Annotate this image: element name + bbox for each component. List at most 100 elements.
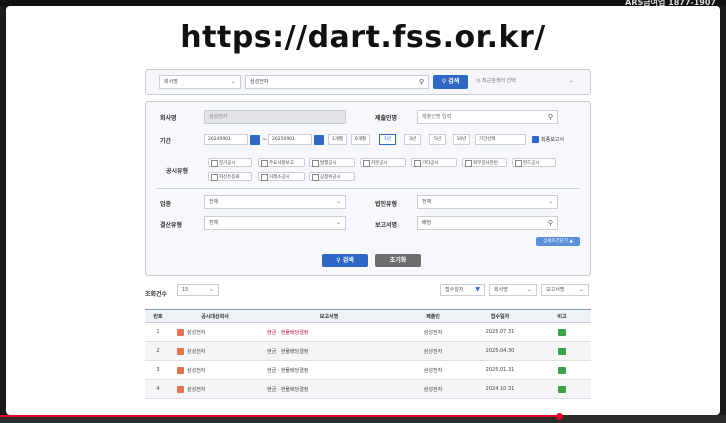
disclosure-type-other[interactable]: 기타공시: [411, 158, 457, 167]
video-progress-handle[interactable]: [556, 413, 563, 420]
row-company-link[interactable]: 삼성전자: [187, 387, 205, 393]
company-badge-icon: [177, 328, 184, 336]
disclosure-type-audit[interactable]: 외부감사관련: [462, 158, 507, 167]
recent-search-select[interactable]: ◷ 최근검색어 선택 ⌄: [472, 75, 578, 89]
sort-company-value: 회사명: [494, 287, 508, 293]
reset-button[interactable]: 초기화: [375, 254, 421, 267]
corp-type-label: 법인유형: [375, 201, 398, 208]
final-report-checkbox[interactable]: [532, 136, 539, 143]
submitter-input[interactable]: 제출인명 입력 ⚲: [417, 110, 558, 124]
note-icon[interactable]: [558, 366, 566, 374]
row-company-cell: 삼성전자: [171, 379, 259, 399]
note-icon[interactable]: [558, 328, 566, 336]
report-name-label: 보고서명: [375, 222, 398, 229]
row-date: 2024.10.31: [467, 379, 533, 399]
period-5y-button[interactable]: 5년: [429, 134, 446, 145]
row-number: 4: [145, 379, 171, 399]
table-row: 4 삼성전자 현금ㆍ현물배당결정 삼성전자 2024.10.31: [145, 379, 591, 399]
table-row: 2 삼성전자 현금ㆍ현물배당결정 삼성전자 2025.04.30: [145, 341, 591, 361]
search-type-select[interactable]: 회사명 ⌄: [159, 75, 241, 89]
submitter-placeholder: 제출인명 입력: [422, 114, 452, 120]
company-field[interactable]: 삼성전자: [204, 110, 346, 124]
row-submitter: 삼성전자: [399, 360, 467, 380]
search-icon[interactable]: ⚲: [548, 111, 553, 123]
row-report-link[interactable]: 현금ㆍ현물배당결정: [267, 349, 308, 355]
period-1m-button[interactable]: 1개월: [328, 134, 347, 145]
period-select[interactable]: 기간선택: [475, 134, 526, 145]
col-report: 보고서명: [259, 309, 399, 323]
settlement-select[interactable]: 전체 ⌄: [204, 216, 346, 230]
row-report-link[interactable]: 현금ㆍ현물배당결정: [267, 387, 308, 393]
form-search-button[interactable]: ⚲ 검색: [322, 254, 368, 267]
chevron-down-icon: ⌄: [335, 198, 341, 205]
chevron-down-icon: ⌄: [547, 198, 553, 205]
row-number: 2: [145, 341, 171, 361]
period-6m-button[interactable]: 6개월: [351, 134, 370, 145]
calendar-icon[interactable]: [314, 135, 324, 145]
row-report-cell: 현금ㆍ현물배당결정: [259, 322, 399, 342]
result-count-label: 조회건수: [145, 291, 168, 298]
search-icon[interactable]: ⚲: [548, 217, 553, 229]
corp-type-value: 전체: [422, 199, 432, 205]
chevron-down-icon: ⌄: [568, 77, 574, 84]
row-number: 1: [145, 322, 171, 342]
corp-type-select[interactable]: 전체 ⌄: [417, 195, 558, 209]
date-to-value: 20250901: [272, 137, 295, 142]
result-count-value: 15: [182, 287, 189, 293]
sort-report-select[interactable]: 보고서명 ⌄: [541, 284, 589, 296]
row-submitter: 삼성전자: [399, 341, 467, 361]
note-icon[interactable]: [558, 385, 566, 393]
disclosure-type-major[interactable]: 주요사항보고: [258, 158, 305, 167]
row-company-cell: 삼성전자: [171, 360, 259, 380]
row-company-link[interactable]: 삼성전자: [187, 349, 205, 355]
detail-toggle-button[interactable]: 상세조건닫기 ▲: [536, 237, 580, 246]
disclosure-type-exchange[interactable]: 거래소공시: [258, 172, 305, 181]
period-label: 기간: [160, 138, 172, 145]
quick-search-bar: 회사명 ⌄ 삼성전자 ⚲ ⚲ 검색 ◷ 최근검색어 선택 ⌄: [145, 69, 591, 95]
row-number: 3: [145, 360, 171, 380]
note-icon[interactable]: [558, 347, 566, 355]
disclosure-type-ftc[interactable]: 공정위공시: [309, 172, 355, 181]
row-note-cell: [533, 322, 591, 342]
row-company-link[interactable]: 삼성전자: [187, 368, 205, 374]
disclosure-type-equity[interactable]: 지분공시: [360, 158, 406, 167]
search-icon[interactable]: ⚲: [419, 76, 424, 88]
sort-company-select[interactable]: 회사명 ⌄: [489, 284, 537, 296]
disclosure-type-fund[interactable]: 펀드공시: [512, 158, 556, 167]
report-name-value: 배당: [422, 220, 432, 226]
table-row: 3 삼성전자 현금ㆍ현물배당결정 삼성전자 2025.01.31: [145, 360, 591, 380]
video-progress-bar[interactable]: [0, 415, 560, 417]
disclosure-type-abs[interactable]: 자산유동화: [208, 172, 252, 181]
settlement-value: 전체: [209, 220, 219, 226]
row-report-link[interactable]: 현금ㆍ현물배당결정: [267, 368, 308, 374]
chevron-down-icon: ⌄: [230, 78, 236, 85]
calendar-icon[interactable]: [250, 135, 260, 145]
row-date: 2025.07.31: [467, 322, 533, 342]
sort-report-value: 보고서명: [546, 287, 565, 293]
period-1y-button[interactable]: 1년: [379, 134, 396, 145]
report-name-input[interactable]: 배당 ⚲: [417, 216, 558, 230]
results-table: 번호 공시대상회사 보고서명 제출인 접수일자 비고 1 삼성전자 현금ㆍ현물배…: [145, 309, 591, 399]
industry-select[interactable]: 전체 ⌄: [204, 195, 346, 209]
row-report-link[interactable]: 현금ㆍ현물배당결정: [267, 330, 308, 336]
quick-search-button[interactable]: ⚲ 검색: [433, 75, 468, 89]
row-company-cell: 삼성전자: [171, 322, 259, 342]
sort-date-select[interactable]: 접수일자 ▼: [440, 284, 485, 296]
date-to-input[interactable]: 20250901: [268, 134, 312, 145]
settlement-label: 결산유형: [160, 222, 183, 229]
date-from-input[interactable]: 20240901: [204, 134, 248, 145]
period-3y-button[interactable]: 3년: [404, 134, 421, 145]
period-10y-button[interactable]: 10년: [453, 134, 470, 145]
col-number: 번호: [145, 309, 171, 323]
row-company-link[interactable]: 삼성전자: [187, 330, 205, 336]
disclosure-type-issuance[interactable]: 발행공시: [309, 158, 355, 167]
result-count-select[interactable]: 15 ⌄: [177, 284, 219, 296]
search-input[interactable]: 삼성전자 ⚲: [245, 75, 429, 89]
disclosure-type-periodic[interactable]: 정기공시: [208, 158, 252, 167]
form-divider: [156, 188, 580, 189]
clock-icon: ◷: [476, 78, 481, 84]
chevron-down-icon: ⌄: [526, 286, 532, 293]
search-icon: ⚲: [441, 78, 447, 85]
row-company-cell: 삼성전자: [171, 341, 259, 361]
row-submitter: 삼성전자: [399, 379, 467, 399]
